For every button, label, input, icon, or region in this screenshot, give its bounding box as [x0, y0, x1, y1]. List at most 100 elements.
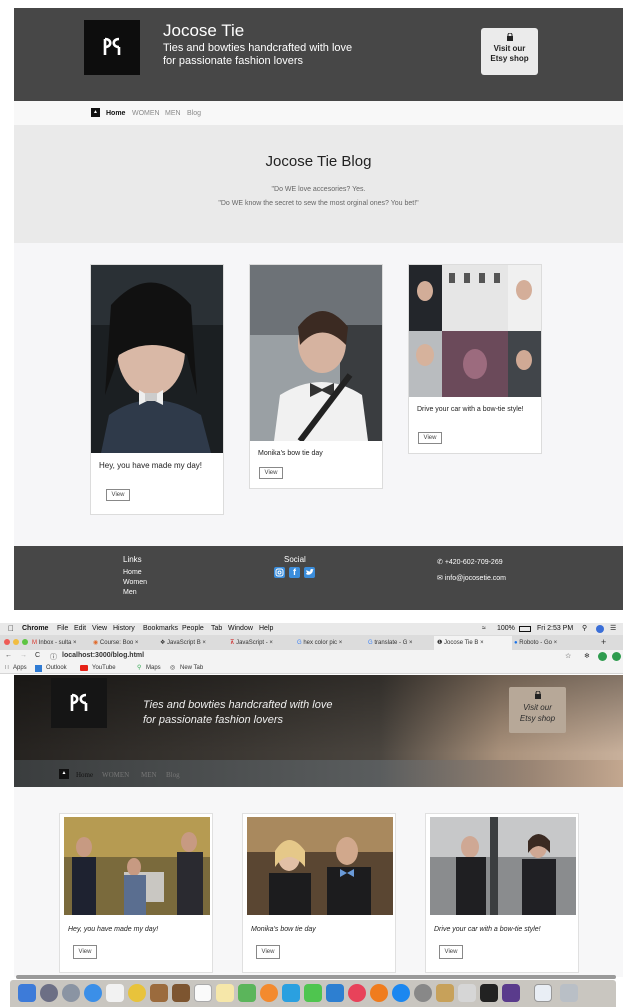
trash-icon[interactable]	[560, 984, 578, 1002]
view-button[interactable]: View	[439, 945, 463, 959]
nav-item-men[interactable]: MEN	[141, 771, 157, 779]
view-button[interactable]: View	[259, 467, 283, 479]
browser-tab[interactable]: ● Roboto - Go ×	[514, 638, 594, 649]
window-close-icon[interactable]	[4, 639, 10, 645]
stickies-icon[interactable]	[216, 984, 234, 1002]
system-preferences-icon[interactable]	[414, 984, 432, 1002]
app-store-icon[interactable]	[392, 984, 410, 1002]
bookmark-apps[interactable]: Apps	[13, 665, 27, 671]
battery-level[interactable]: 100%	[497, 625, 515, 632]
window-minimize-icon[interactable]	[13, 639, 19, 645]
nav-item-women[interactable]: WOMEN	[102, 771, 129, 779]
browser-tab[interactable]: ⊼ JavaScript - ×	[230, 638, 294, 649]
nav-logo-icon[interactable]: ▲	[91, 108, 100, 117]
vscode-icon[interactable]	[326, 984, 344, 1002]
music-icon[interactable]	[348, 984, 366, 1002]
facetime-icon[interactable]	[304, 984, 322, 1002]
blog-card[interactable]: Drive your car with a bow-tie style! Vie…	[408, 264, 542, 454]
nav-item-men[interactable]: MEN	[165, 110, 181, 117]
blog-card[interactable]: Hey, you have made my day! View	[59, 813, 213, 973]
brand-logo[interactable]	[51, 678, 107, 728]
phone-number[interactable]: +420-602-709-269	[445, 559, 503, 566]
safari-icon[interactable]	[84, 984, 102, 1002]
brand-logo[interactable]	[84, 20, 140, 75]
twitter-icon[interactable]	[304, 567, 315, 578]
maps-icon[interactable]	[238, 984, 256, 1002]
browser-tab[interactable]: G translate - G ×	[368, 638, 432, 649]
menu-bookmarks[interactable]: Bookmarks	[143, 625, 178, 632]
browser-tab[interactable]: ❖ JavaScript B ×	[160, 638, 226, 649]
contacts-icon[interactable]	[172, 984, 190, 1002]
menu-window[interactable]: Window	[228, 625, 253, 632]
bookmark-star-icon[interactable]: ☆	[565, 652, 571, 660]
bookmark-maps[interactable]: Maps	[146, 665, 161, 671]
menu-people[interactable]: People	[182, 625, 204, 632]
menu-app-name[interactable]: Chrome	[22, 625, 48, 632]
bookmark-youtube[interactable]: YouTube	[92, 665, 116, 671]
chrome-icon[interactable]	[128, 984, 146, 1002]
nav-item-home[interactable]: Home	[76, 771, 93, 779]
preview-icon[interactable]	[458, 984, 476, 1002]
nav-item-blog[interactable]: Blog	[187, 110, 201, 117]
menu-history[interactable]: History	[113, 625, 135, 632]
email-address[interactable]: info@jocosetie.com	[445, 575, 506, 582]
new-tab-button[interactable]: +	[601, 637, 606, 647]
profile-avatar[interactable]	[598, 652, 607, 661]
documents-folder-icon[interactable]	[534, 984, 552, 1002]
extension-badge-icon[interactable]	[612, 652, 621, 661]
menu-file[interactable]: File	[57, 625, 68, 632]
apple-icon[interactable]: 	[8, 624, 14, 633]
etsy-shop-button[interactable]: Visit our Etsy shop	[509, 687, 566, 733]
wifi-icon[interactable]: ≈	[482, 625, 486, 632]
nav-item-home[interactable]: Home	[106, 110, 125, 117]
terminal-icon[interactable]	[480, 984, 498, 1002]
view-button[interactable]: View	[73, 945, 97, 959]
instagram-icon[interactable]	[274, 567, 285, 578]
blog-card[interactable]: Drive your car with a bow-tie style! Vie…	[425, 813, 579, 973]
menu-help[interactable]: Help	[259, 625, 273, 632]
notes-icon[interactable]	[150, 984, 168, 1002]
siri-icon[interactable]	[596, 625, 604, 633]
horizontal-scrollbar[interactable]	[16, 975, 616, 979]
footer-link-home[interactable]: Home	[123, 568, 147, 578]
view-button[interactable]: View	[418, 432, 442, 444]
browser-tab[interactable]: G hex color pic ×	[297, 638, 365, 649]
notification-center-icon[interactable]: ☰	[610, 624, 616, 632]
browser-tab-active[interactable]: ❶ Jocose Tie B ×	[434, 636, 512, 650]
nav-item-women[interactable]: WOMEN	[132, 110, 160, 117]
menu-view[interactable]: View	[92, 625, 107, 632]
calendar-icon[interactable]	[194, 984, 212, 1002]
browser-tab[interactable]: ◉ Course: Boo ×	[93, 638, 156, 649]
footer-link-men[interactable]: Men	[123, 588, 147, 598]
rocket-icon[interactable]	[62, 984, 80, 1002]
bookmark-new-tab[interactable]: New Tab	[180, 665, 203, 671]
finder-icon[interactable]	[18, 984, 36, 1002]
nav-logo-icon[interactable]: ▲	[59, 769, 69, 779]
messages-icon[interactable]	[282, 984, 300, 1002]
nav-item-blog[interactable]: Blog	[166, 771, 180, 779]
window-maximize-icon[interactable]	[22, 639, 28, 645]
blog-card[interactable]: Monika's bow tie day View	[249, 264, 383, 489]
blog-card[interactable]: Monika's bow tie day View	[242, 813, 396, 973]
bookmark-outlook[interactable]: Outlook	[46, 665, 67, 671]
mail-icon[interactable]	[106, 984, 124, 1002]
back-arrow-icon[interactable]: ←	[5, 652, 12, 659]
blog-card[interactable]: Hey, you have made my day! View	[90, 264, 224, 515]
books-icon[interactable]	[370, 984, 388, 1002]
reload-icon[interactable]: C	[35, 652, 40, 659]
photos-icon[interactable]	[260, 984, 278, 1002]
spotlight-search-icon[interactable]: ⚲	[582, 624, 587, 632]
view-button[interactable]: View	[256, 945, 280, 959]
browser-tab[interactable]: M Inbox - sulta ×	[32, 638, 90, 649]
menu-clock[interactable]: Fri 2:53 PM	[537, 625, 573, 632]
etsy-shop-button[interactable]: Visit our Etsy shop	[481, 28, 538, 75]
footer-link-women[interactable]: Women	[123, 578, 147, 588]
view-button[interactable]: View	[106, 489, 130, 501]
launchpad-icon[interactable]	[40, 984, 58, 1002]
facebook-icon[interactable]: f	[289, 567, 300, 578]
archive-icon[interactable]	[436, 984, 454, 1002]
menu-tab[interactable]: Tab	[211, 625, 222, 632]
menu-edit[interactable]: Edit	[74, 625, 86, 632]
address-bar[interactable]: localhost:3000/blog.html	[62, 652, 144, 659]
forward-arrow-icon[interactable]: →	[20, 652, 27, 659]
